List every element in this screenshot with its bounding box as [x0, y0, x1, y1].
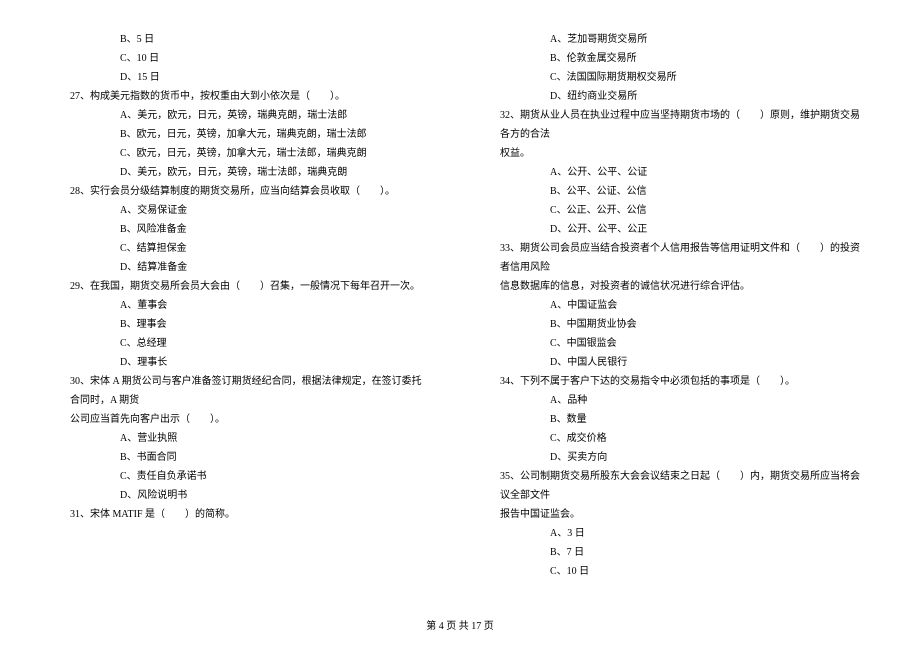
option-text: C、10 日: [60, 49, 430, 68]
option-text: C、法国国际期货期权交易所: [490, 68, 860, 87]
question-30-cont: 公司应当首先向客户出示（ ）。: [60, 410, 430, 429]
question-33: 33、期货公司会员应当结合投资者个人信用报告等信用证明文件和（ ）的投资者信用风…: [490, 239, 860, 277]
option-text: B、7 日: [490, 543, 860, 562]
option-text: B、中国期货业协会: [490, 315, 860, 334]
option-text: C、欧元，日元，英镑，加拿大元，瑞士法郎，瑞典克朗: [60, 144, 430, 163]
option-text: A、交易保证金: [60, 201, 430, 220]
option-text: A、美元，欧元，日元，英镑，瑞典克朗，瑞士法郎: [60, 106, 430, 125]
option-text: C、责任自负承诺书: [60, 467, 430, 486]
question-35-cont: 报告中国证监会。: [490, 505, 860, 524]
option-text: A、中国证监会: [490, 296, 860, 315]
option-text: D、美元，欧元，日元，英镑，瑞士法郎，瑞典克朗: [60, 163, 430, 182]
option-text: D、纽约商业交易所: [490, 87, 860, 106]
question-27: 27、构成美元指数的货币中，按权重由大到小依次是（ ）。: [60, 87, 430, 106]
option-text: C、公正、公开、公信: [490, 201, 860, 220]
question-30: 30、宋体 A 期货公司与客户准备签订期货经纪合同，根据法律规定，在签订委托合同…: [60, 372, 430, 410]
option-text: C、总经理: [60, 334, 430, 353]
option-text: A、公开、公平、公证: [490, 163, 860, 182]
right-column: A、芝加哥期货交易所 B、伦敦金属交易所 C、法国国际期货期权交易所 D、纽约商…: [460, 30, 870, 610]
option-text: D、中国人民银行: [490, 353, 860, 372]
option-text: D、理事长: [60, 353, 430, 372]
question-31: 31、宋体 MATIF 是（ ）的简称。: [60, 505, 430, 524]
question-35: 35、公司制期货交易所股东大会会议结束之日起（ ）内，期货交易所应当将会议全部文…: [490, 467, 860, 505]
option-text: D、公开、公平、公正: [490, 220, 860, 239]
option-text: B、书面合同: [60, 448, 430, 467]
option-text: A、芝加哥期货交易所: [490, 30, 860, 49]
option-text: C、10 日: [490, 562, 860, 581]
page-content: B、5 日 C、10 日 D、15 日 27、构成美元指数的货币中，按权重由大到…: [50, 30, 870, 610]
option-text: A、品种: [490, 391, 860, 410]
option-text: A、董事会: [60, 296, 430, 315]
option-text: B、欧元，日元，英镑，加拿大元，瑞典克朗，瑞士法郎: [60, 125, 430, 144]
option-text: D、买卖方向: [490, 448, 860, 467]
option-text: D、15 日: [60, 68, 430, 87]
option-text: B、公平、公证、公信: [490, 182, 860, 201]
option-text: C、中国银监会: [490, 334, 860, 353]
question-29: 29、在我国，期货交易所会员大会由（ ）召集，一般情况下每年召开一次。: [60, 277, 430, 296]
option-text: B、风险准备金: [60, 220, 430, 239]
question-28: 28、实行会员分级结算制度的期货交易所，应当向结算会员收取（ ）。: [60, 182, 430, 201]
option-text: D、风险说明书: [60, 486, 430, 505]
option-text: D、结算准备金: [60, 258, 430, 277]
option-text: C、结算担保金: [60, 239, 430, 258]
question-34: 34、下列不属于客户下达的交易指令中必须包括的事项是（ ）。: [490, 372, 860, 391]
question-33-cont: 信息数据库的信息，对投资者的诚信状况进行综合评估。: [490, 277, 860, 296]
option-text: C、成交价格: [490, 429, 860, 448]
left-column: B、5 日 C、10 日 D、15 日 27、构成美元指数的货币中，按权重由大到…: [50, 30, 460, 610]
option-text: B、数量: [490, 410, 860, 429]
option-text: A、3 日: [490, 524, 860, 543]
question-32-cont: 权益。: [490, 144, 860, 163]
question-32: 32、期货从业人员在执业过程中应当坚持期货市场的（ ）原则，维护期货交易各方的合…: [490, 106, 860, 144]
option-text: B、5 日: [60, 30, 430, 49]
page-footer: 第 4 页 共 17 页: [0, 617, 920, 632]
option-text: B、伦敦金属交易所: [490, 49, 860, 68]
option-text: B、理事会: [60, 315, 430, 334]
option-text: A、营业执照: [60, 429, 430, 448]
